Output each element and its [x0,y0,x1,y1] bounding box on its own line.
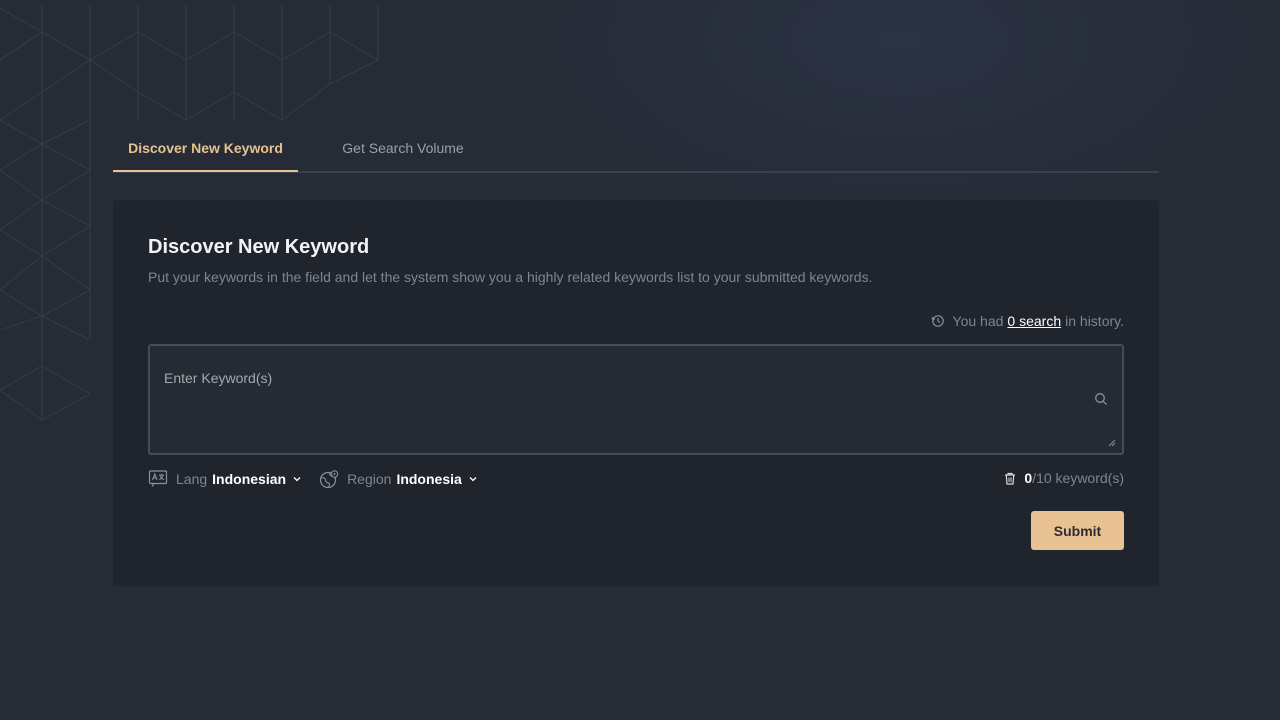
history-prefix: You had [952,313,1004,329]
keyword-count-current: 0 [1024,470,1033,486]
chevron-down-icon [293,477,301,482]
keyword-input[interactable] [150,346,1122,453]
translate-icon [148,470,168,487]
search-icon[interactable] [1094,392,1108,406]
trash-icon[interactable] [1004,472,1016,485]
page: Discover New Keyword Get Search Volume D… [0,0,1280,720]
region-label: Region [347,471,392,487]
tab-get-search-volume[interactable]: Get Search Volume [298,126,508,170]
card-description: Put your keywords in the field and let t… [148,269,873,285]
region-value: Indonesia [396,471,462,487]
history-suffix: in history. [1065,313,1124,329]
keyword-count-total: /10 keyword(s) [1032,470,1124,486]
options-bar: Lang Indonesian Region Indonesia [148,468,495,490]
tab-bar: Discover New Keyword Get Search Volume [113,126,1159,173]
history-link[interactable]: 0 search [1007,313,1061,329]
lang-value: Indonesian [212,471,287,487]
lang-select[interactable]: Lang Indonesian [148,469,301,489]
discover-keyword-card: Discover New Keyword Put your keywords i… [113,200,1159,586]
card-title: Discover New Keyword [148,236,370,258]
chevron-down-icon [469,477,477,482]
resize-handle-icon[interactable] [1108,439,1116,447]
search-history: You had 0 search in history. [931,313,1124,329]
globe-icon [319,470,339,489]
keyword-input-box [148,344,1124,455]
tab-discover-new-keyword[interactable]: Discover New Keyword [113,126,298,172]
region-select[interactable]: Region Indonesia [319,469,477,489]
lang-label: Lang [176,471,208,487]
clock-history-icon [931,315,944,327]
submit-button[interactable]: Submit [1031,511,1124,550]
keyword-counter: 0 /10 keyword(s) [1004,470,1124,486]
